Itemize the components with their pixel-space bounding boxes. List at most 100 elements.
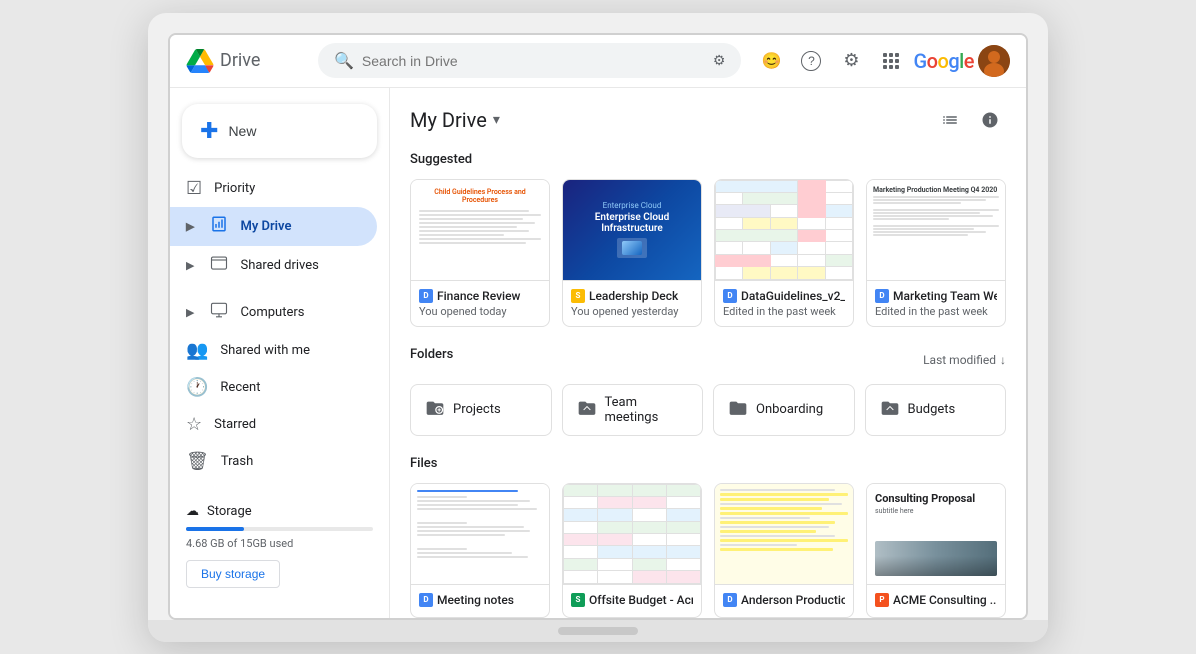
sidebar: ✚ New ☑ Priority ▶ My Drive xyxy=(170,88,390,618)
card-info: P ACME Consulting ... xyxy=(867,584,1005,617)
file-card-marketing-team-weekly[interactable]: Marketing Production Meeting Q4 2020 xyxy=(866,179,1006,327)
file-card-meeting-notes[interactable]: D Meeting notes xyxy=(410,483,550,618)
folders-label: Folders xyxy=(410,347,453,362)
file-card-offsite-budget[interactable]: S Offsite Budget - Acme ... xyxy=(562,483,702,618)
my-drive-icon xyxy=(210,215,228,238)
recent-icon: 🕐 xyxy=(186,377,208,398)
search-bar[interactable]: 🔍 ⚙ xyxy=(318,43,741,78)
card-info: S Leadership Deck You opened yesterday xyxy=(563,280,701,326)
storage-icon: ☁ xyxy=(186,504,199,519)
folders-grid: Projects Team meetings Onboarding xyxy=(410,384,1006,436)
starred-icon: ☆ xyxy=(186,414,202,435)
logo-area: Drive xyxy=(186,49,306,73)
chevron-icon: ▶ xyxy=(186,306,194,319)
sidebar-item-label: Shared with me xyxy=(220,343,310,358)
file-card-data-guidelines[interactable]: D DataGuidelines_v2_Proce... Edited in t… xyxy=(714,179,854,327)
page-title: My Drive xyxy=(410,108,487,132)
file-card-anderson-production[interactable]: D Anderson Production N... xyxy=(714,483,854,618)
google-wordmark: Google xyxy=(913,49,974,73)
folder-icon xyxy=(577,398,597,421)
app-body: ✚ New ☑ Priority ▶ My Drive xyxy=(170,88,1026,618)
file-card-acme-consulting[interactable]: Consulting Proposal subtitle here xyxy=(866,483,1006,618)
drive-logo-icon xyxy=(186,49,214,73)
laptop-base xyxy=(148,620,1048,642)
sidebar-item-my-drive[interactable]: ▶ My Drive xyxy=(170,207,377,246)
file-thumb xyxy=(563,484,701,584)
sidebar-item-label: Recent xyxy=(220,380,260,395)
storage-label: ☁ Storage xyxy=(186,504,373,519)
files-grid: D Meeting notes xyxy=(410,483,1006,618)
chevron-icon: ▶ xyxy=(186,220,194,233)
sort-icon: ↓ xyxy=(1000,353,1006,367)
priority-icon: ☑ xyxy=(186,178,202,199)
laptop-shell: Drive 🔍 ⚙ 😊 ? ⚙ xyxy=(148,13,1048,642)
folder-item-onboarding[interactable]: Onboarding xyxy=(713,384,855,436)
sidebar-item-recent[interactable]: 🕐 Recent xyxy=(170,369,377,406)
storage-bar-fill xyxy=(186,527,244,531)
folder-icon xyxy=(425,398,445,421)
info-button[interactable] xyxy=(974,104,1006,136)
buy-storage-button[interactable]: Buy storage xyxy=(186,560,280,588)
folder-item-projects[interactable]: Projects xyxy=(410,384,552,436)
new-button[interactable]: ✚ New xyxy=(182,104,377,158)
slide-preview: Enterprise Cloud Enterprise Cloud Infras… xyxy=(563,180,701,280)
folder-icon xyxy=(728,398,748,421)
files-label: Files xyxy=(410,456,1006,471)
topbar: Drive 🔍 ⚙ 😊 ? ⚙ xyxy=(170,35,1026,88)
folders-header: Folders Last modified ↓ xyxy=(410,347,1006,374)
doc-type-icon: D xyxy=(723,289,737,303)
doc-type-icon: D xyxy=(419,593,433,607)
computers-icon xyxy=(210,301,228,324)
file-thumb: Enterprise Cloud Enterprise Cloud Infras… xyxy=(563,180,701,280)
dropdown-arrow-icon[interactable]: ▾ xyxy=(493,112,500,128)
file-meta: You opened yesterday xyxy=(571,305,693,318)
apps-icon[interactable] xyxy=(873,43,909,79)
folder-item-budgets[interactable]: Budgets xyxy=(865,384,1007,436)
file-thumb xyxy=(715,180,853,280)
account-settings-icon[interactable]: 😊 xyxy=(753,43,789,79)
help-icon[interactable]: ? xyxy=(793,43,829,79)
sidebar-item-shared-with-me[interactable]: 👥 Shared with me xyxy=(170,332,377,369)
card-info: S Offsite Budget - Acme ... xyxy=(563,584,701,617)
file-card-leadership-deck[interactable]: Enterprise Cloud Enterprise Cloud Infras… xyxy=(562,179,702,327)
sidebar-item-starred[interactable]: ☆ Starred xyxy=(170,406,377,443)
file-meta: You opened today xyxy=(419,305,541,318)
file-thumb: Marketing Production Meeting Q4 2020 xyxy=(867,180,1005,280)
file-card-finance-review[interactable]: Child Guidelines Process and Procedures xyxy=(410,179,550,327)
file-meta: Edited in the past week xyxy=(723,305,845,318)
doc-type-icon: P xyxy=(875,593,889,607)
sidebar-item-trash[interactable]: 🗑 Trash xyxy=(170,443,377,480)
storage-text: Storage xyxy=(207,504,252,519)
sidebar-item-computers[interactable]: ▶ Computers xyxy=(170,293,377,332)
folder-name: Budgets xyxy=(908,402,956,417)
consulting-preview: Consulting Proposal subtitle here xyxy=(867,484,1005,584)
folder-icon xyxy=(880,398,900,421)
folder-name: Projects xyxy=(453,402,501,417)
topbar-icons: 😊 ? ⚙ xyxy=(753,43,1010,79)
chevron-icon: ▶ xyxy=(186,259,194,272)
sidebar-item-priority[interactable]: ☑ Priority xyxy=(170,170,377,207)
file-name: S Leadership Deck xyxy=(571,289,693,303)
shared-drives-icon xyxy=(210,254,228,277)
sort-label-text: Last modified xyxy=(923,353,996,367)
list-view-button[interactable] xyxy=(934,104,966,136)
file-thumb: Child Guidelines Process and Procedures xyxy=(411,180,549,280)
sidebar-item-label: My Drive xyxy=(240,219,291,234)
folder-name: Team meetings xyxy=(605,395,689,425)
filter-icon[interactable]: ⚙ xyxy=(713,53,726,69)
avatar[interactable] xyxy=(978,45,1010,77)
file-thumb xyxy=(411,484,549,584)
sort-control[interactable]: Last modified ↓ xyxy=(923,353,1006,367)
sidebar-item-label: Trash xyxy=(221,454,253,469)
storage-used-text: 4.68 GB of 15GB used xyxy=(186,537,373,550)
sidebar-item-label: Shared drives xyxy=(240,258,318,273)
search-input[interactable] xyxy=(362,53,705,69)
doc-type-icon: S xyxy=(571,593,585,607)
settings-icon[interactable]: ⚙ xyxy=(833,43,869,79)
folder-item-team-meetings[interactable]: Team meetings xyxy=(562,384,704,436)
card-info: D Finance Review You opened today xyxy=(411,280,549,326)
shared-with-me-icon: 👥 xyxy=(186,340,208,361)
file-name: S Offsite Budget - Acme ... xyxy=(571,593,693,607)
main-actions xyxy=(934,104,1006,136)
sidebar-item-shared-drives[interactable]: ▶ Shared drives xyxy=(170,246,377,285)
